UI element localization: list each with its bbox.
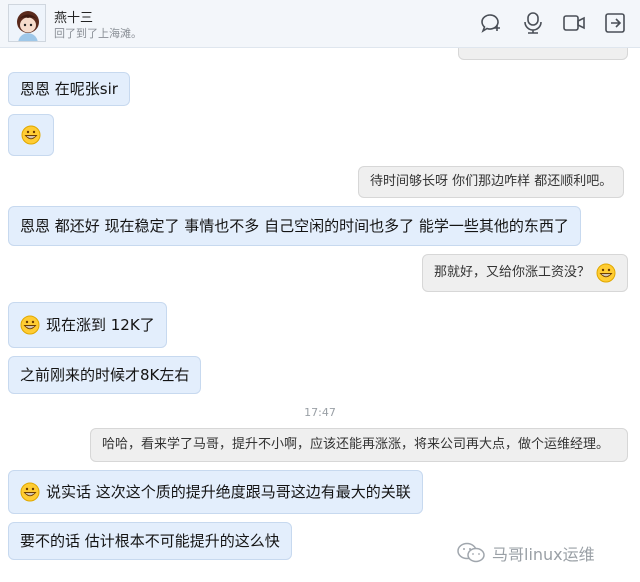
grin-emoji-icon [20, 482, 40, 502]
contact-name: 燕十三 [54, 11, 94, 26]
message-text: 现在涨到 12K了 [46, 316, 155, 334]
message-text: 说实话 这次这个质的提升绝度跟马哥这边有最大的关联 [46, 483, 411, 501]
grin-emoji-icon [20, 315, 40, 335]
message-text: 恩恩 在呢张sir [20, 80, 118, 98]
message-outgoing: 那就好，又给你涨工资没？ [422, 254, 629, 292]
chat-header: 燕十三 回了到了上海滩。 [0, 0, 640, 48]
message-outgoing: 哈哈，看来学了马哥，提升不小啊，应该还能再涨涨，将来公司再大点，做个运维经理。 [90, 428, 628, 462]
wechat-icon [457, 542, 485, 563]
message-text: 那就好，又给你涨工资没？ [434, 265, 591, 280]
contact-status: 回了到了上海滩。 [54, 27, 142, 40]
message-incoming: 要不的话 估计根本不可能提升的这么快 [8, 522, 292, 560]
timestamp: 17:47 [304, 406, 336, 419]
video-icon[interactable] [561, 10, 587, 36]
message-incoming: 说实话 这次这个质的提升绝度跟马哥这边有最大的关联 [8, 470, 423, 514]
message-text: 恩恩 都还好 现在稳定了 事情也不多 自己空闲的时间也多了 能学一些其他的东西了 [20, 217, 569, 235]
message-incoming: 恩恩 在呢张sir [8, 72, 130, 106]
message-incoming: 之前刚来的时候才8K左右 [8, 356, 202, 394]
message-text: 之前刚来的时候才8K左右 [20, 366, 190, 384]
message-incoming [8, 114, 54, 156]
message-text: 要不的话 估计根本不可能提升的这么快 [20, 532, 280, 550]
message-partial [458, 48, 628, 60]
chat-area[interactable]: 恩恩 在呢张sir 待时间够长呀 你们那边咋样 都还顺利吧。 恩恩 都还好 现在… [0, 48, 640, 582]
watermark-text: 马哥linux运维 [492, 545, 595, 564]
message-incoming: 现在涨到 12K了 [8, 302, 167, 348]
message-outgoing: 待时间够长呀 你们那边咋样 都还顺利吧。 [358, 166, 625, 198]
share-screen-icon[interactable] [602, 10, 628, 36]
message-text: 待时间够长呀 你们那边咋样 都还顺利吧。 [370, 174, 613, 189]
watermark: 马哥linux运维 [456, 540, 595, 566]
avatar[interactable] [8, 4, 46, 42]
voice-icon[interactable] [520, 10, 546, 36]
message-text: 哈哈，看来学了马哥，提升不小啊，应该还能再涨涨，将来公司再大点，做个运维经理。 [102, 437, 610, 452]
grin-emoji-icon [596, 263, 616, 283]
grin-emoji-icon [21, 125, 41, 145]
add-chat-icon[interactable] [478, 10, 504, 36]
message-incoming: 恩恩 都还好 现在稳定了 事情也不多 自己空闲的时间也多了 能学一些其他的东西了 [8, 206, 581, 246]
